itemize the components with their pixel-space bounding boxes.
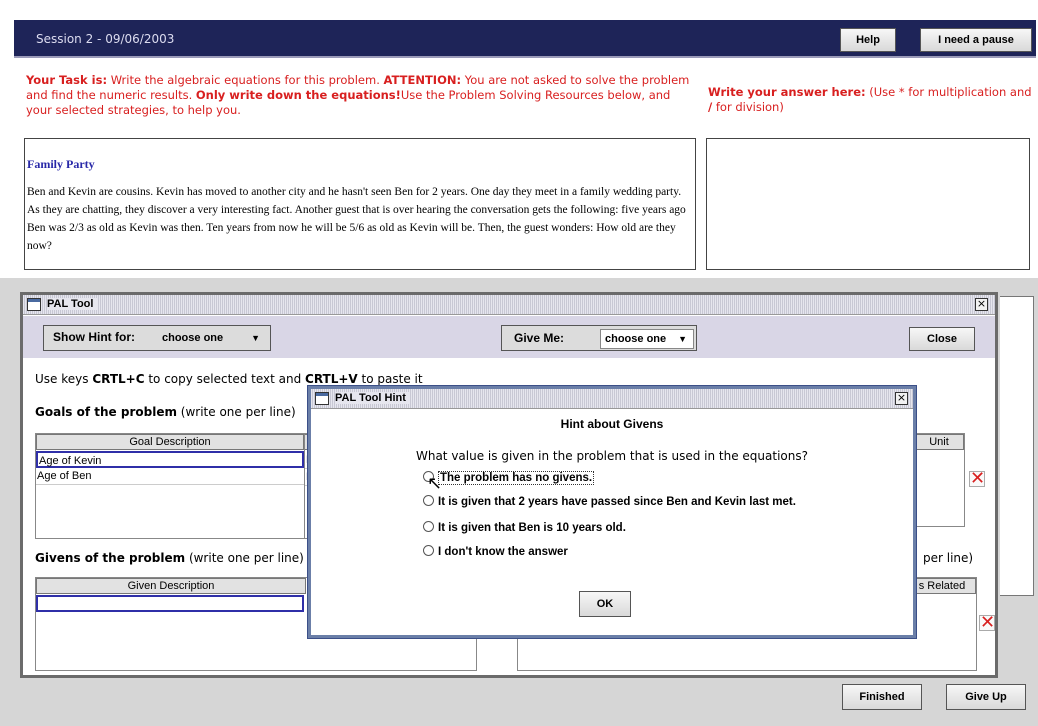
problem-statement: Family Party Ben and Kevin are cousins. … (24, 138, 696, 270)
task-text-1: Write the algebraic equations for this p… (107, 73, 384, 87)
radio-button[interactable] (423, 545, 434, 556)
hint-option[interactable]: It is given that Ben is 10 years old. (423, 521, 626, 537)
give-me-group: Give Me: choose one ▼ (501, 325, 697, 351)
hint-heading: Hint about Givens (560, 417, 664, 431)
hint-window-title: PAL Tool Hint (335, 392, 410, 404)
task-instructions: Your Task is: Write the algebraic equati… (26, 73, 696, 118)
session-header: Session 2 - 09/06/2003 Help I need a pau… (14, 20, 1036, 58)
show-hint-label: Show Hint for: (53, 330, 135, 344)
task-lead: Your Task is: (26, 73, 108, 87)
related-header: s Related (908, 578, 976, 594)
close-icon[interactable]: × (895, 392, 908, 405)
copy-help-text-2: to copy selected text and (144, 372, 306, 386)
ok-button[interactable]: OK (579, 591, 631, 617)
goals-title: Goals of the problem (write one per line… (35, 405, 296, 419)
hint-option-label: I don't know the answer (438, 546, 568, 558)
window-icon (315, 392, 329, 405)
show-hint-group: Show Hint for: choose one ▼ (43, 325, 271, 351)
unit-header: Unit (914, 434, 964, 450)
hint-option[interactable]: I don't know the answer (423, 545, 568, 561)
givens-title-text: Givens of the problem (35, 551, 186, 565)
pal-toolbar: Show Hint for: choose one ▼ Give Me: cho… (23, 316, 995, 358)
goals-note: (write one per line) (176, 405, 296, 419)
answer-instructions: Write your answer here: (Use * for multi… (708, 85, 1036, 115)
window-icon (27, 298, 41, 311)
givens-note: (write one per line) (185, 551, 304, 565)
hint-option[interactable]: The problem has no givens. (423, 471, 595, 487)
hint-option-label: It is given that Ben is 10 years old. (438, 522, 626, 534)
session-title: Session 2 - 09/06/2003 (36, 32, 175, 46)
given-description-header: Given Description (36, 578, 306, 594)
show-hint-value: choose one (162, 332, 224, 344)
pal-hint-dialog: PAL Tool Hint × Hint about Givens What v… (307, 385, 917, 639)
answer-text-1: (Use * for multiplication and (865, 85, 1032, 99)
mouse-cursor-icon: ↖ (427, 473, 443, 494)
give-me-value: choose one (605, 333, 667, 345)
hint-option-label: It is given that 2 years have passed sin… (438, 496, 796, 508)
finished-button[interactable]: Finished (842, 684, 922, 710)
givens-right-note: per line) (923, 551, 974, 565)
answer-input[interactable] (706, 138, 1030, 270)
problem-text: Ben and Kevin are cousins. Kevin has mov… (27, 186, 686, 252)
task-only: Only write down the equations! (195, 88, 401, 102)
goal-description-header: Goal Description (36, 434, 304, 450)
table-row[interactable]: Age of Ben (36, 468, 304, 485)
radio-button[interactable] (423, 495, 434, 506)
answer-text-2: for division) (712, 100, 784, 114)
givens-title: Givens of the problem (write one per lin… (35, 551, 304, 565)
give-up-button[interactable]: Give Up (946, 684, 1026, 710)
pal-titlebar[interactable]: PAL Tool × (23, 295, 995, 315)
hint-question: What value is given in the problem that … (415, 449, 808, 463)
delete-row-icon[interactable]: ✕ (979, 614, 995, 632)
paste-shortcut: CRTL+V (305, 372, 358, 386)
goals-title-text: Goals of the problem (35, 405, 177, 419)
goals-table[interactable]: Goal Description Age of Kevin Age of Ben (35, 433, 305, 539)
copy-help-text-1: Use keys (35, 372, 93, 386)
goals-unit-table[interactable]: Unit (913, 433, 965, 527)
task-attention: ATTENTION: (383, 73, 462, 87)
background-panel-edge (1000, 296, 1034, 596)
show-hint-dropdown[interactable]: choose one ▼ (158, 329, 266, 349)
delete-row-icon[interactable]: ✕ (969, 470, 985, 488)
problem-title: Family Party (27, 157, 95, 171)
chevron-down-icon: ▼ (678, 334, 687, 344)
table-row[interactable]: Age of Kevin (36, 451, 304, 468)
hint-option-label: The problem has no givens. (438, 471, 595, 485)
answer-lead: Write your answer here: (708, 85, 866, 99)
pause-button[interactable]: I need a pause (920, 28, 1032, 52)
copy-paste-help: Use keys CRTL+C to copy selected text an… (35, 372, 423, 386)
help-button[interactable]: Help (840, 28, 896, 52)
give-me-label: Give Me: (514, 331, 565, 345)
pal-title: PAL Tool (47, 298, 98, 310)
radio-button[interactable] (423, 521, 434, 532)
hint-titlebar[interactable]: PAL Tool Hint × (311, 389, 913, 409)
chevron-down-icon: ▼ (251, 333, 260, 343)
table-row[interactable] (36, 595, 304, 612)
hint-option[interactable]: It is given that 2 years have passed sin… (423, 495, 796, 511)
close-button[interactable]: Close (909, 327, 975, 351)
copy-help-text-3: to paste it (357, 372, 423, 386)
copy-shortcut: CRTL+C (92, 372, 145, 386)
give-me-dropdown[interactable]: choose one ▼ (600, 329, 694, 349)
close-icon[interactable]: × (975, 298, 988, 311)
